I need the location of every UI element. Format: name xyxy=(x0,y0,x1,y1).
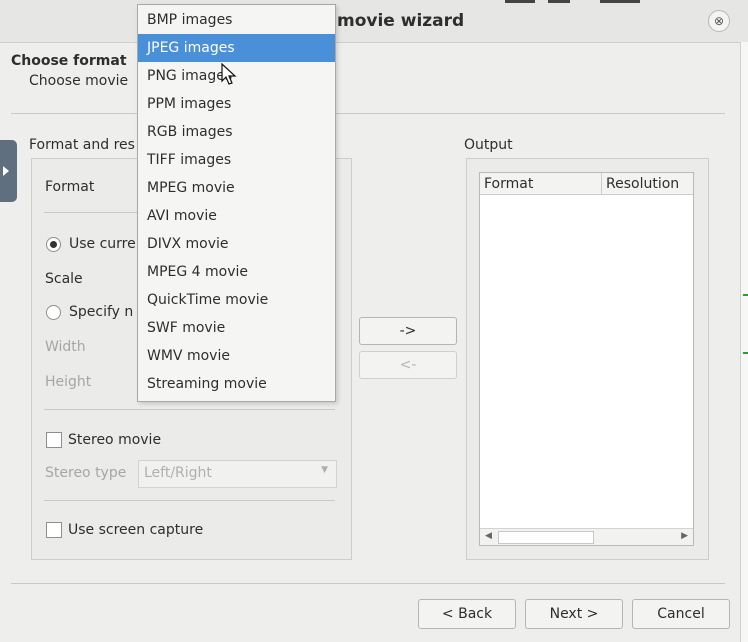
stereo-type-select[interactable]: Left/Right ▼ xyxy=(138,460,337,488)
menu-item-streaming[interactable]: Streaming movie xyxy=(138,370,335,398)
stereo-type-label: Stereo type xyxy=(45,465,127,481)
menu-item-divx[interactable]: DIVX movie xyxy=(138,230,335,258)
column-header-resolution[interactable]: Resolution xyxy=(602,173,693,195)
use-current-label: Use curre xyxy=(69,236,136,252)
side-panel-handle[interactable] xyxy=(0,140,17,202)
background-plot-mark xyxy=(743,352,748,354)
footer-separator xyxy=(11,583,725,584)
specify-radio[interactable] xyxy=(46,305,61,320)
scroll-right-icon[interactable]: ▶ xyxy=(681,531,688,541)
add-format-button[interactable]: -> xyxy=(359,317,457,345)
scrollbar-thumb[interactable] xyxy=(498,531,594,544)
horizontal-scrollbar[interactable]: ◀ ▶ xyxy=(480,528,693,545)
next-button[interactable]: Next > xyxy=(525,599,623,629)
stereo-type-value: Left/Right xyxy=(144,465,212,481)
output-table[interactable]: Format Resolution ◀ ▶ xyxy=(479,172,694,546)
background-window-edge xyxy=(600,0,640,3)
step-title: Choose format xyxy=(11,53,127,69)
window-title: movie wizard xyxy=(337,11,465,31)
menu-item-quicktime[interactable]: QuickTime movie xyxy=(138,286,335,314)
menu-item-swf[interactable]: SWF movie xyxy=(138,314,335,342)
format-group-label: Format and res xyxy=(29,137,135,153)
output-group-label: Output xyxy=(464,137,513,153)
background-window-edge xyxy=(548,0,570,3)
menu-item-avi[interactable]: AVI movie xyxy=(138,202,335,230)
width-label: Width xyxy=(45,339,86,355)
background-window-strip xyxy=(740,42,748,642)
menu-item-mpeg4[interactable]: MPEG 4 movie xyxy=(138,258,335,286)
menu-item-mpeg[interactable]: MPEG movie xyxy=(138,174,335,202)
close-icon[interactable]: ⊗ xyxy=(708,10,730,32)
format-label: Format xyxy=(45,179,95,195)
specify-label: Specify n xyxy=(69,304,134,320)
step-subtitle: Choose movie xyxy=(29,73,129,89)
menu-item-wmv[interactable]: WMV movie xyxy=(138,342,335,370)
menu-item-rgb[interactable]: RGB images xyxy=(138,118,335,146)
use-current-radio[interactable] xyxy=(46,237,61,252)
screen-capture-checkbox[interactable] xyxy=(46,522,62,538)
menu-item-ppm[interactable]: PPM images xyxy=(138,90,335,118)
column-header-format[interactable]: Format xyxy=(480,173,602,195)
menu-item-jpeg[interactable]: JPEG images xyxy=(138,34,335,62)
header-separator xyxy=(11,113,725,114)
stereo-movie-label: Stereo movie xyxy=(68,432,162,448)
stereo-movie-checkbox[interactable] xyxy=(46,432,62,448)
menu-item-bmp[interactable]: BMP images xyxy=(138,6,335,34)
scale-label: Scale xyxy=(45,271,83,287)
height-label: Height xyxy=(45,374,92,390)
expand-arrow-icon xyxy=(3,166,9,176)
mouse-pointer-icon xyxy=(221,63,237,85)
cancel-button[interactable]: Cancel xyxy=(632,599,730,629)
scroll-left-icon[interactable]: ◀ xyxy=(485,531,492,541)
background-plot-mark xyxy=(743,294,748,296)
separator xyxy=(44,409,335,410)
separator xyxy=(44,500,335,501)
remove-format-button[interactable]: <- xyxy=(359,351,457,379)
screen-capture-label: Use screen capture xyxy=(68,522,204,538)
chevron-down-icon: ▼ xyxy=(321,465,328,475)
menu-item-tiff[interactable]: TIFF images xyxy=(138,146,335,174)
background-window-edge xyxy=(505,0,535,3)
back-button[interactable]: < Back xyxy=(418,599,516,629)
